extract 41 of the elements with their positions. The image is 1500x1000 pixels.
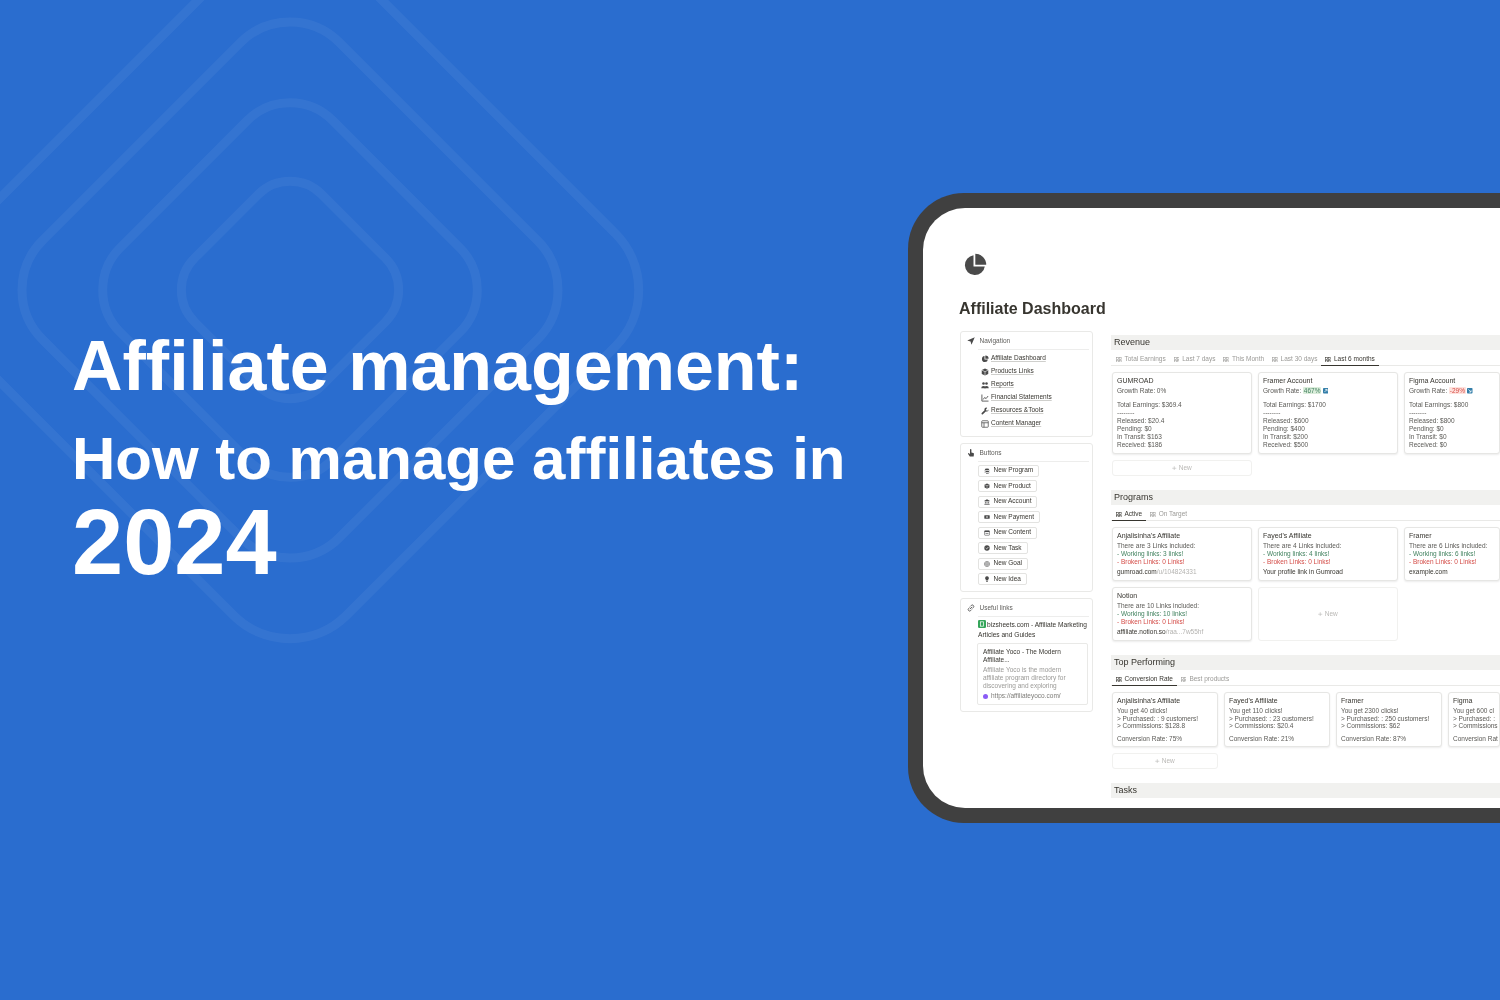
grid-icon bbox=[1223, 356, 1229, 363]
board-icon bbox=[981, 419, 989, 428]
navigation-arrow-icon bbox=[966, 337, 975, 345]
section-heading: Revenue bbox=[1111, 335, 1500, 350]
lightbulb-icon bbox=[984, 576, 990, 582]
grid-icon bbox=[1116, 511, 1122, 518]
wrench-icon bbox=[981, 406, 989, 415]
plus-icon bbox=[1172, 465, 1177, 471]
window-icon bbox=[984, 529, 990, 536]
plus-icon bbox=[1155, 758, 1160, 764]
document-icon bbox=[978, 620, 986, 628]
section-heading: Top Performing bbox=[1111, 655, 1500, 670]
grid-icon bbox=[1116, 676, 1122, 683]
target-icon bbox=[984, 560, 990, 567]
headline-year: 2024 bbox=[72, 496, 278, 588]
page-title: Affiliate Dashboard bbox=[959, 301, 1107, 317]
line-chart-icon bbox=[981, 393, 989, 402]
plus-icon bbox=[1318, 611, 1323, 617]
banknote-icon bbox=[984, 514, 990, 520]
trend-up-icon bbox=[1322, 388, 1329, 394]
grid-icon bbox=[1173, 356, 1180, 363]
pie-chart-icon bbox=[963, 253, 987, 277]
pie-chart-icon bbox=[981, 354, 989, 363]
grid-icon bbox=[1116, 356, 1122, 363]
section-heading: Programs bbox=[1111, 490, 1500, 505]
people-icon bbox=[981, 380, 989, 389]
check-circle-icon bbox=[984, 545, 990, 551]
grid-icon bbox=[1325, 356, 1331, 363]
grid-icon bbox=[1150, 511, 1156, 518]
section-heading: Tasks bbox=[1111, 783, 1500, 798]
headline-subtitle: How to manage affiliates in bbox=[72, 429, 847, 489]
site-logo-icon bbox=[983, 693, 988, 699]
bank-icon bbox=[984, 498, 990, 505]
grid-icon bbox=[1180, 676, 1187, 683]
trend-down-icon bbox=[1467, 388, 1473, 394]
hand-icon bbox=[966, 449, 975, 457]
grid-icon bbox=[1272, 356, 1278, 363]
box-icon bbox=[984, 483, 990, 489]
box-icon bbox=[981, 367, 989, 376]
link-icon bbox=[966, 604, 975, 612]
database-icon bbox=[984, 467, 990, 474]
